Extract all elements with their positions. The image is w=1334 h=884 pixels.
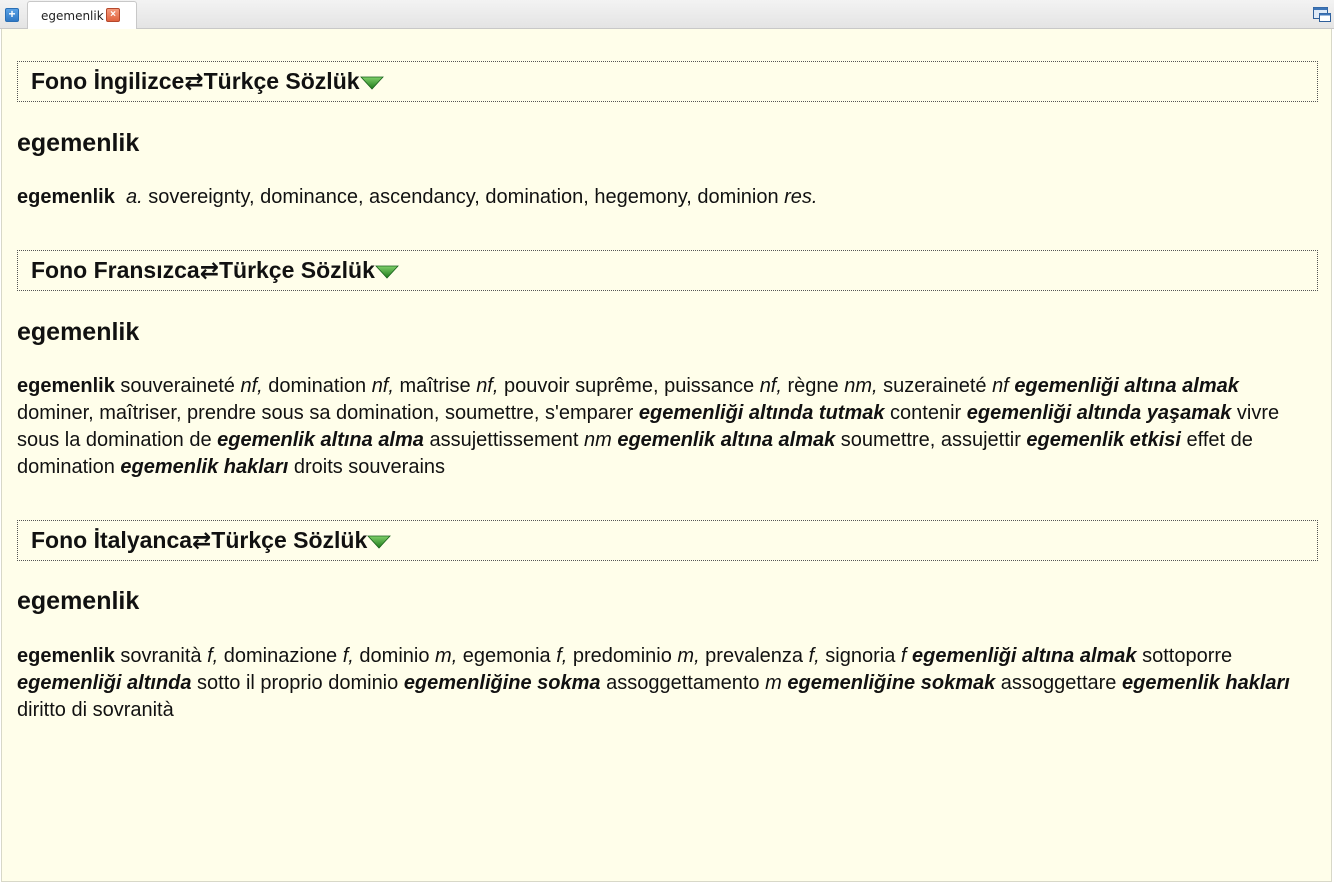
translation-text: souveraineté (114, 375, 241, 397)
idiom-phrase: egemenlik hakları (120, 456, 289, 478)
idiom-phrase: egemenliği altında yaşamak (966, 402, 1232, 424)
entry-definition: egemenlik sovranità f, dominazione f, do… (17, 643, 1321, 724)
dropdown-arrow-icon[interactable] (374, 265, 399, 279)
translation-text: droits souverains (288, 456, 446, 478)
idiom-phrase: egemenlik hakları (1121, 672, 1290, 694)
headword: egemenlik (17, 129, 140, 157)
close-tab-icon[interactable]: × (106, 8, 120, 22)
translation-text: contenir (884, 402, 967, 424)
translation-text: predominio (567, 645, 678, 667)
tab-egemenlik[interactable]: egemenlik × (27, 1, 137, 29)
translation-text: signoria (819, 645, 901, 667)
idiom-phrase: egemenliği altında tutmak (638, 402, 885, 424)
tab-bar: + egemenlik × (0, 0, 1334, 29)
translation-text: soumettre, assujettir (835, 429, 1027, 451)
translation-text: dominio (353, 645, 436, 667)
translation-text: sovranità (114, 645, 208, 667)
dropdown-arrow-icon[interactable] (359, 76, 384, 90)
translation-text: egemonia (457, 645, 557, 667)
grammar-tag: m (765, 672, 782, 694)
dictionary-header-french: Fono Fransızca⇄Türkçe Sözlük (17, 250, 1318, 291)
headword: egemenlik (17, 587, 140, 615)
grammar-tag: nm (583, 429, 612, 451)
entry-headword: egemenlik (17, 186, 115, 208)
grammar-tag: nm, (844, 375, 878, 397)
grammar-tag: nf, (476, 375, 499, 397)
translation-text: règne (781, 375, 845, 397)
dictionary-header-english: Fono İngilizce⇄Türkçe Sözlük (17, 61, 1318, 102)
grammar-tag: f, (808, 645, 820, 667)
grammar-tag: a. (125, 186, 143, 208)
translation-text (115, 186, 126, 208)
grammar-tag: nf, (371, 375, 394, 397)
translation-text: prevalenza (699, 645, 809, 667)
idiom-phrase: egemenliği altına almak (1014, 375, 1239, 397)
dictionary-results-pane: Fono İngilizce⇄Türkçe Sözlük egemenlik e… (1, 29, 1332, 882)
entry-headword: egemenlik (17, 375, 115, 397)
entry-definition: egemenlik souveraineté nf, domination nf… (17, 373, 1321, 481)
idiom-phrase: egemenliğine sokmak (787, 672, 996, 694)
translation-text: maîtrise (393, 375, 477, 397)
tab-label: egemenlik (41, 9, 104, 23)
idiom-phrase: egemenliğine sokma (403, 672, 601, 694)
grammar-tag: f, (207, 645, 219, 667)
translation-text: sovereignty, dominance, ascendancy, domi… (142, 186, 785, 208)
translation-text: dominazione (218, 645, 343, 667)
new-tab-icon[interactable]: + (5, 8, 19, 22)
grammar-tag: f, (342, 645, 354, 667)
idiom-phrase: egemenliği altında (17, 672, 192, 694)
grammar-tag: f, (556, 645, 568, 667)
idiom-phrase: egemenlik etkisi (1026, 429, 1181, 451)
dictionary-title: Fono İngilizce⇄Türkçe Sözlük (31, 68, 360, 94)
idiom-phrase: egemenlik altına alma (217, 429, 424, 451)
idiom-phrase: egemenlik altına almak (617, 429, 836, 451)
grammar-tag: nf, (759, 375, 782, 397)
grammar-tag: nf, (240, 375, 263, 397)
headword: egemenlik (17, 318, 140, 346)
translation-text: sottoporre (1136, 645, 1238, 667)
dictionary-title: Fono İtalyanca⇄Türkçe Sözlük (31, 527, 368, 553)
grammar-tag: m, (435, 645, 458, 667)
translation-text: assoggettare (995, 672, 1122, 694)
translation-text: suzeraineté (877, 375, 993, 397)
entry-headword: egemenlik (17, 645, 115, 667)
translation-text: assoggettamento (600, 672, 766, 694)
translation-text: assujettissement (423, 429, 584, 451)
idiom-phrase: egemenliği altına almak (912, 645, 1137, 667)
window-switch-icon[interactable] (1313, 7, 1331, 22)
dropdown-arrow-icon[interactable] (367, 535, 392, 549)
translation-text: pouvoir suprême, puissance (498, 375, 760, 397)
translation-text: sotto il proprio dominio (191, 672, 404, 694)
grammar-tag: m, (677, 645, 700, 667)
dictionary-title: Fono Fransızca⇄Türkçe Sözlük (31, 257, 375, 283)
entry-definition: egemenlik a. sovereignty, dominance, asc… (17, 184, 1321, 211)
grammar-tag: res. (784, 186, 818, 208)
grammar-tag: nf (992, 375, 1009, 397)
dictionary-header-italian: Fono İtalyanca⇄Türkçe Sözlük (17, 520, 1318, 561)
translation-text: domination (262, 375, 372, 397)
